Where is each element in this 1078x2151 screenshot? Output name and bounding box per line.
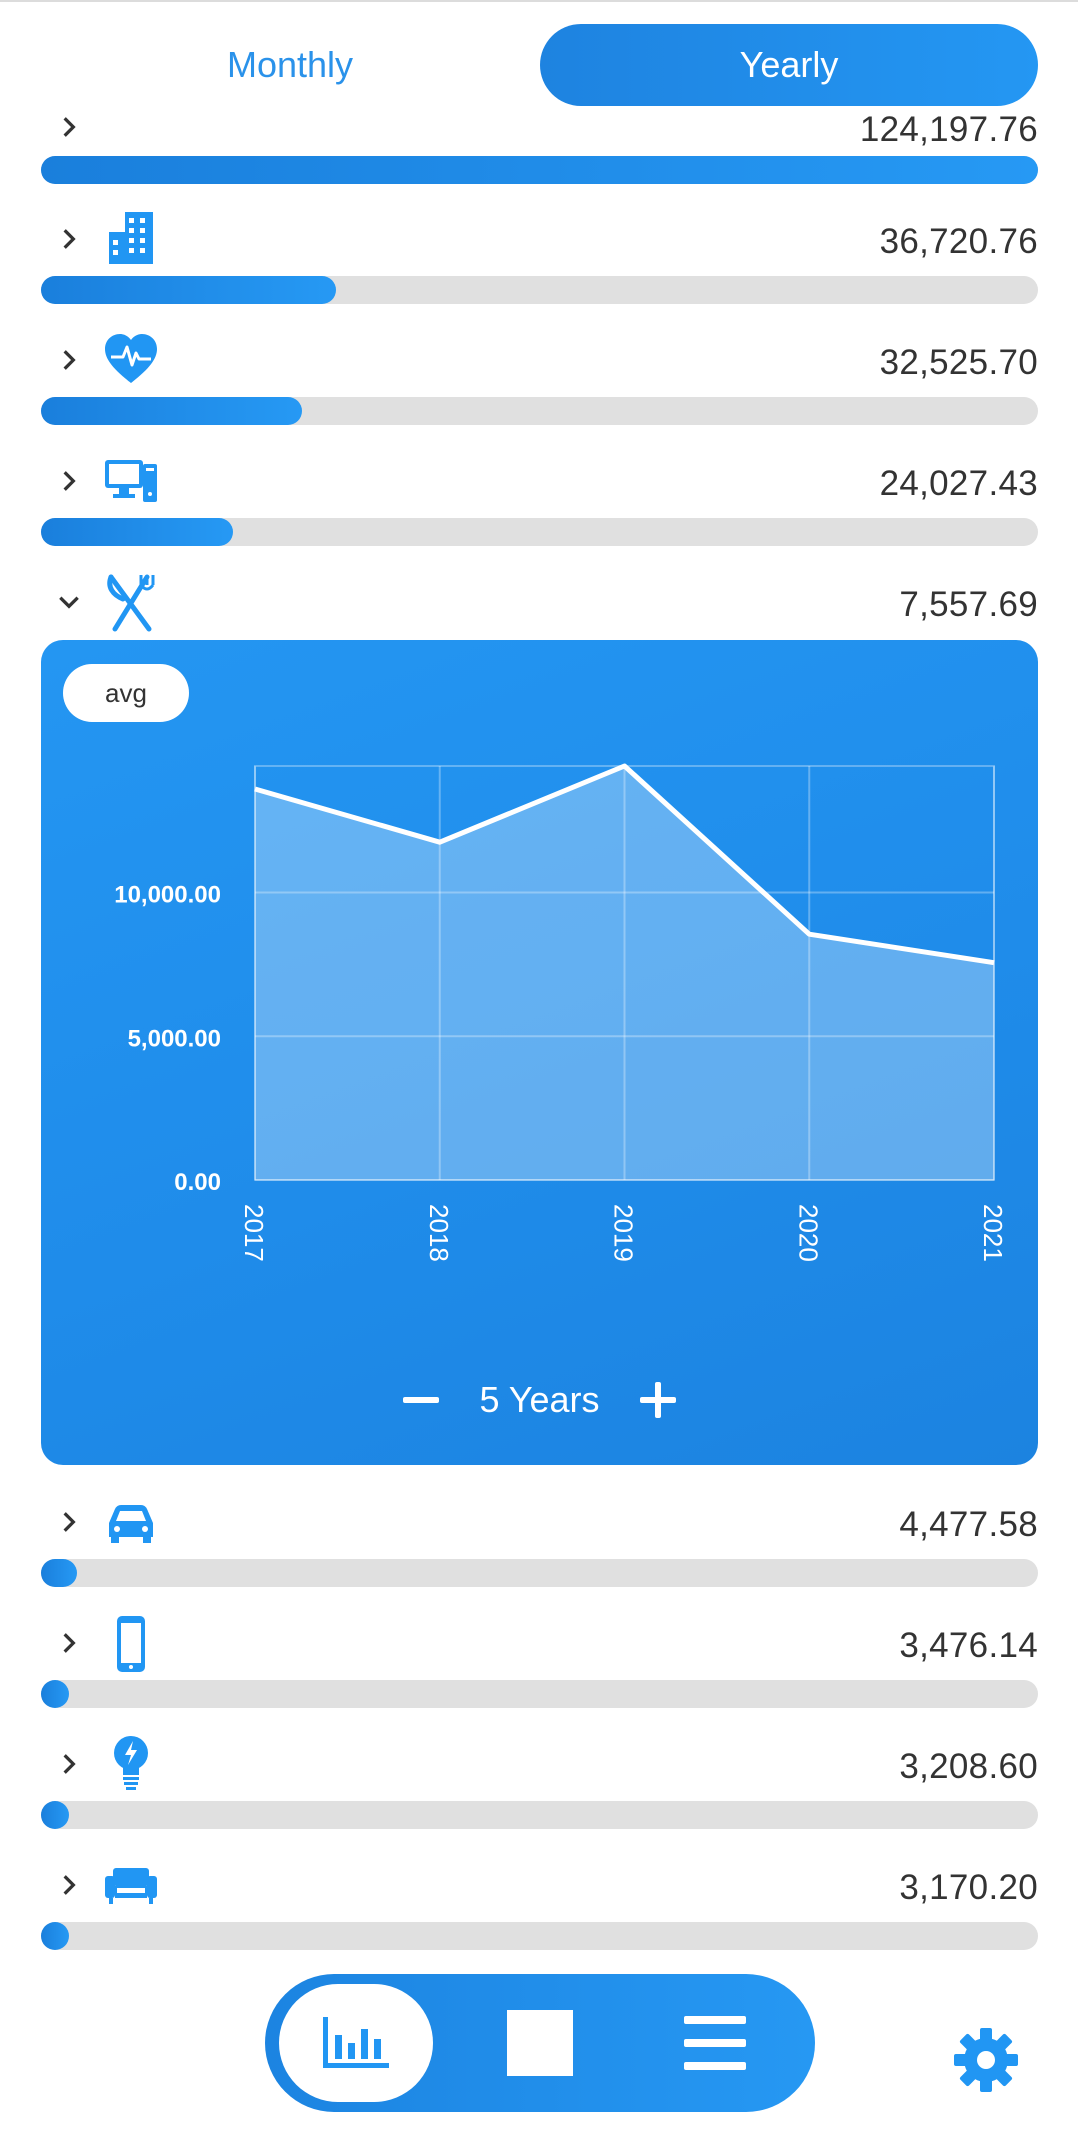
progress-track [41, 1559, 1038, 1587]
progress-fill [41, 1801, 69, 1829]
chevron-right-icon[interactable] [56, 468, 82, 494]
category-row-furniture[interactable]: 3,170.20 [41, 1858, 1038, 1958]
top-divider [0, 0, 1078, 2]
progress-track [41, 276, 1038, 304]
category-amount: 3,476.14 [899, 1626, 1038, 1665]
nav-overview[interactable] [465, 1984, 615, 2102]
fork-knife-icon [103, 573, 159, 633]
gear-icon[interactable] [952, 2026, 1020, 2094]
category-row-housing[interactable]: 36,720.76 [41, 212, 1038, 312]
chevron-down-icon[interactable] [56, 589, 82, 615]
bar-chart-icon [321, 2015, 391, 2071]
phone-icon [103, 1614, 159, 1674]
progress-track [41, 156, 1038, 184]
heart-pulse-icon [103, 331, 159, 387]
category-amount: 24,027.43 [879, 464, 1038, 503]
progress-fill [41, 1680, 69, 1708]
nav-statistics[interactable] [279, 1984, 433, 2102]
chevron-right-icon[interactable] [56, 1509, 82, 1535]
category-amount: 3,170.20 [899, 1868, 1038, 1907]
category-row-transport[interactable]: 4,477.58 [41, 1495, 1038, 1595]
nav-menu[interactable] [640, 1984, 790, 2102]
chevron-right-icon[interactable] [56, 1751, 82, 1777]
progress-fill [41, 276, 337, 304]
y-tick-label: 0.00 [174, 1169, 221, 1196]
category-amount: 124,197.76 [859, 110, 1038, 149]
lightbulb-icon [103, 1733, 159, 1793]
area-chart: 0.00 5,000.00 10,000.00 2017 2018 2019 2020 202… [114, 763, 1008, 1262]
x-tick-label: 2020 [793, 1204, 823, 1262]
y-tick-label: 10,000.00 [114, 882, 221, 909]
menu-icon [684, 2016, 746, 2070]
category-amount: 4,477.58 [899, 1505, 1038, 1544]
category-amount: 32,525.70 [879, 343, 1038, 382]
minus-icon[interactable] [401, 1380, 441, 1420]
chevron-right-icon[interactable] [56, 347, 82, 373]
progress-fill [41, 397, 303, 425]
progress-track [41, 1680, 1038, 1708]
progress-track [41, 1922, 1038, 1950]
building-icon [103, 210, 159, 266]
category-chart-panel: avg 0.00 5,000.00 10,000.00 2017 2018 2019 202… [41, 640, 1038, 1465]
progress-fill [41, 1559, 77, 1587]
category-row-utilities[interactable]: 3,208.60 [41, 1736, 1038, 1837]
tab-yearly[interactable]: Yearly [540, 24, 1038, 106]
range-label: 5 Years [479, 1379, 600, 1420]
computer-icon [103, 452, 159, 508]
plus-icon[interactable] [638, 1380, 678, 1420]
progress-track [41, 1801, 1038, 1829]
progress-fill [41, 518, 234, 546]
chevron-right-icon[interactable] [56, 1872, 82, 1898]
category-amount: 7,557.69 [899, 585, 1038, 624]
sofa-icon [103, 1856, 159, 1912]
category-amount: 3,208.60 [899, 1747, 1038, 1786]
chevron-right-icon[interactable] [56, 226, 82, 252]
category-row-phone[interactable]: 3,476.14 [41, 1616, 1038, 1716]
x-tick-label: 2021 [978, 1204, 1008, 1262]
range-control: 5 Years [41, 1370, 1038, 1430]
category-amount: 36,720.76 [879, 222, 1038, 261]
progress-track [41, 518, 1038, 546]
category-row-food[interactable]: 7,557.69 [41, 573, 1038, 635]
progress-fill [41, 156, 1038, 184]
progress-fill [41, 1922, 69, 1950]
bottom-nav [265, 1974, 815, 2112]
car-icon [103, 1493, 159, 1549]
x-tick-label: 2019 [609, 1204, 639, 1262]
category-row-health[interactable]: 32,525.70 [41, 333, 1038, 433]
chevron-right-icon[interactable] [56, 1630, 82, 1656]
x-tick-label: 2018 [424, 1204, 454, 1262]
progress-track [41, 397, 1038, 425]
square-icon [507, 2010, 573, 2076]
tab-monthly[interactable]: Monthly [41, 24, 539, 106]
chevron-right-icon[interactable] [56, 114, 82, 140]
x-tick-label: 2017 [239, 1204, 269, 1262]
category-row-total[interactable]: 124,197.76 [41, 108, 1038, 188]
y-tick-label: 5,000.00 [128, 1025, 221, 1052]
category-row-electronics[interactable]: 24,027.43 [41, 454, 1038, 554]
